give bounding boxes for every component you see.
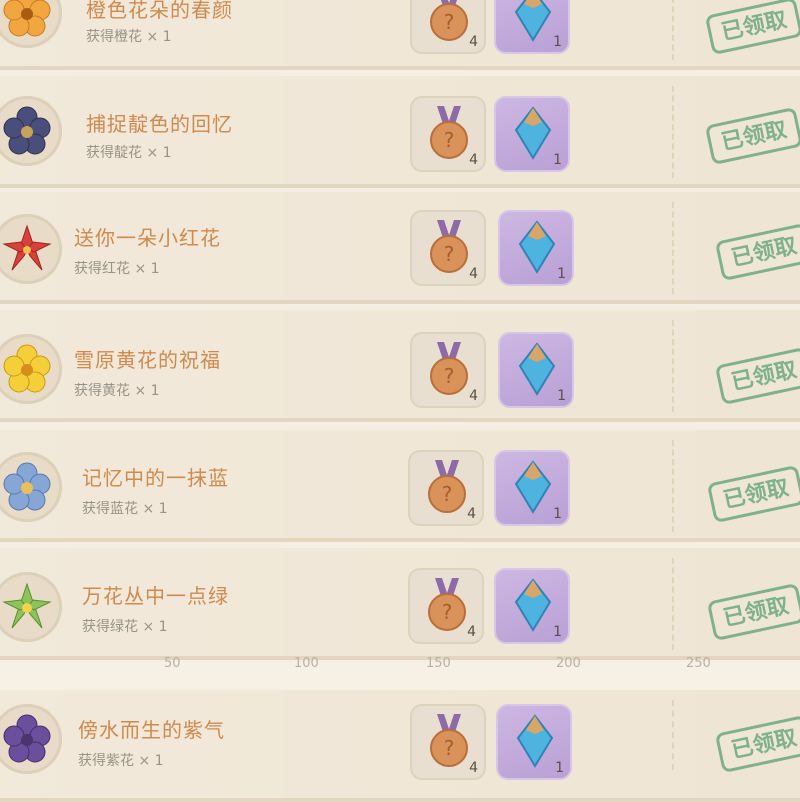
task-reward-text: 获得靛花 × 1 bbox=[86, 145, 172, 161]
crystal-count: 1 bbox=[553, 624, 562, 640]
reward-slot-bronze[interactable]: ? 4 bbox=[410, 332, 486, 408]
crystal-icon bbox=[514, 460, 552, 514]
flower-holder bbox=[0, 572, 62, 642]
orange-flower-icon bbox=[3, 0, 51, 37]
task-row: 雪原黄花的祝福 获得黄花 × 1 ? 4 1 已领取 bbox=[0, 310, 800, 422]
task-title: 万花丛中一点绿 bbox=[82, 584, 229, 608]
axis-tick: 50 bbox=[164, 656, 181, 671]
axis-tick: 250 bbox=[686, 656, 711, 671]
bronze-count: 4 bbox=[469, 760, 478, 776]
row-divider bbox=[672, 202, 674, 294]
svg-text:?: ? bbox=[442, 600, 453, 624]
row-shade bbox=[0, 690, 800, 798]
task-reward-text: 获得橙花 × 1 bbox=[86, 29, 172, 45]
bronze-medal-icon: ? bbox=[430, 106, 468, 159]
svg-text:?: ? bbox=[444, 10, 455, 34]
row-divider bbox=[672, 86, 674, 178]
task-title: 雪原黄花的祝福 bbox=[74, 348, 221, 372]
task-row: 记忆中的一抹蓝 获得蓝花 × 1 ? 4 1 已领取 bbox=[0, 430, 800, 542]
crystal-icon bbox=[514, 106, 552, 160]
row-divider bbox=[672, 0, 674, 60]
reward-slot-bronze[interactable]: ? 4 bbox=[408, 450, 484, 526]
reward-slot-bronze[interactable]: ? 4 bbox=[408, 568, 484, 644]
task-title: 傍水而生的紫气 bbox=[78, 718, 225, 742]
task-reward-text: 获得红花 × 1 bbox=[74, 261, 160, 277]
row-divider bbox=[672, 320, 674, 412]
axis-tick: 100 bbox=[294, 656, 319, 671]
crystal-count: 1 bbox=[557, 266, 566, 282]
flower-holder bbox=[0, 214, 62, 284]
task-row: 橙色花朵的春颜 获得橙花 × 1 ? 4 1 已领取 bbox=[0, 0, 800, 70]
crystal-count: 1 bbox=[557, 388, 566, 404]
reward-slot-crystal[interactable]: 1 bbox=[496, 704, 572, 780]
reward-slot-bronze[interactable]: ? 4 bbox=[410, 210, 486, 286]
crystal-count: 1 bbox=[553, 506, 562, 522]
reward-slot-bronze[interactable]: ? 4 bbox=[410, 96, 486, 172]
bronze-count: 4 bbox=[469, 34, 478, 50]
list-gap: 50 100 150 200 250 bbox=[0, 656, 800, 690]
flower-holder bbox=[0, 704, 62, 774]
svg-text:?: ? bbox=[444, 128, 455, 152]
bronze-count: 4 bbox=[469, 152, 478, 168]
blue-flower-icon bbox=[3, 462, 51, 511]
row-divider bbox=[672, 558, 674, 650]
crystal-icon bbox=[516, 714, 554, 768]
bronze-medal-icon: ? bbox=[428, 578, 466, 631]
row-divider bbox=[672, 700, 674, 770]
crystal-count: 1 bbox=[555, 760, 564, 776]
red-flower-icon bbox=[2, 224, 52, 271]
crystal-icon bbox=[514, 0, 552, 42]
task-reward-text: 获得蓝花 × 1 bbox=[82, 501, 168, 517]
crystal-icon bbox=[518, 342, 556, 396]
task-title: 记忆中的一抹蓝 bbox=[82, 466, 229, 490]
reward-slot-crystal[interactable]: 1 bbox=[498, 332, 574, 408]
bronze-count: 4 bbox=[467, 624, 476, 640]
green-flower-icon bbox=[2, 582, 52, 629]
bronze-count: 4 bbox=[469, 266, 478, 282]
task-row: 万花丛中一点绿 获得绿花 × 1 ? 4 1 已领取 bbox=[0, 548, 800, 660]
task-title: 捕捉靛色的回忆 bbox=[86, 112, 233, 136]
bronze-count: 4 bbox=[467, 506, 476, 522]
task-row: 捕捉靛色的回忆 获得靛花 × 1 ? 4 1 已领取 bbox=[0, 76, 800, 188]
bronze-count: 4 bbox=[469, 388, 478, 404]
reward-slot-crystal[interactable]: 1 bbox=[494, 568, 570, 644]
row-divider bbox=[672, 440, 674, 532]
task-reward-text: 获得黄花 × 1 bbox=[74, 383, 160, 399]
flower-holder bbox=[0, 452, 62, 522]
task-row: 傍水而生的紫气 获得紫花 × 1 ? 4 1 已领取 bbox=[0, 690, 800, 802]
axis-tick: 150 bbox=[426, 656, 451, 671]
svg-text:?: ? bbox=[442, 482, 453, 506]
indigo-flower-icon bbox=[3, 106, 51, 155]
bronze-medal-icon: ? bbox=[428, 460, 466, 513]
svg-text:?: ? bbox=[444, 736, 455, 760]
task-reward-text: 获得紫花 × 1 bbox=[78, 753, 164, 769]
reward-slot-crystal[interactable]: 1 bbox=[498, 210, 574, 286]
reward-slot-crystal[interactable]: 1 bbox=[494, 96, 570, 172]
reward-slot-bronze[interactable]: ? 4 bbox=[410, 704, 486, 780]
task-reward-text: 获得绿花 × 1 bbox=[82, 619, 168, 635]
axis-tick: 200 bbox=[556, 656, 581, 671]
crystal-icon bbox=[514, 578, 552, 632]
yellow-flower-icon bbox=[3, 344, 51, 393]
flower-holder bbox=[0, 334, 62, 404]
bronze-medal-icon: ? bbox=[430, 220, 468, 273]
reward-slot-bronze[interactable]: ? 4 bbox=[410, 0, 486, 54]
bronze-medal-icon: ? bbox=[430, 0, 468, 41]
flower-holder bbox=[0, 96, 62, 166]
reward-slot-crystal[interactable]: 1 bbox=[494, 450, 570, 526]
crystal-count: 1 bbox=[553, 152, 562, 168]
purple-flower-icon bbox=[3, 714, 51, 763]
crystal-icon bbox=[518, 220, 556, 274]
task-title: 橙色花朵的春颜 bbox=[86, 0, 233, 22]
bronze-medal-icon: ? bbox=[430, 342, 468, 395]
crystal-count: 1 bbox=[553, 34, 562, 50]
svg-text:?: ? bbox=[444, 364, 455, 388]
svg-text:?: ? bbox=[444, 242, 455, 266]
bronze-medal-icon: ? bbox=[430, 714, 468, 767]
reward-slot-crystal[interactable]: 1 bbox=[494, 0, 570, 54]
task-row: 送你一朵小红花 获得红花 × 1 ? 4 1 已领取 bbox=[0, 192, 800, 304]
task-title: 送你一朵小红花 bbox=[74, 226, 221, 250]
